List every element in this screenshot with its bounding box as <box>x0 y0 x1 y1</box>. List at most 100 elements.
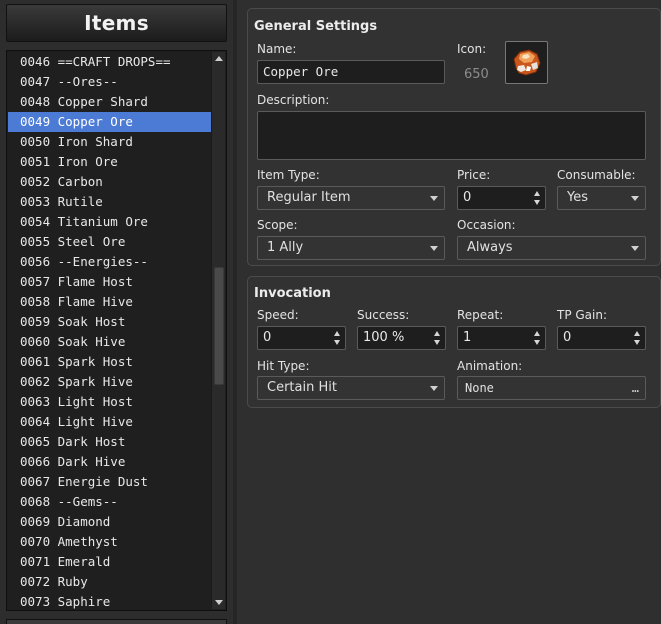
name-field[interactable]: Copper Ore <box>257 60 445 84</box>
list-item[interactable]: 0066 Dark Hive <box>8 452 211 472</box>
chevron-down-icon <box>430 196 438 201</box>
list-item[interactable]: 0069 Diamond <box>8 512 211 532</box>
copper-ore-icon <box>513 49 541 76</box>
list-item[interactable]: 0058 Flame Hive <box>8 292 211 312</box>
decrement-icon[interactable] <box>634 340 640 345</box>
list-item[interactable]: 0057 Flame Host <box>8 272 211 292</box>
decrement-icon[interactable] <box>534 200 540 205</box>
increment-icon[interactable] <box>434 331 440 336</box>
list-item[interactable]: 0059 Soak Host <box>8 312 211 332</box>
hit-type-select[interactable]: Certain Hit <box>257 376 445 400</box>
chevron-down-icon <box>430 386 438 391</box>
chevron-down-icon <box>430 246 438 251</box>
repeat-stepper[interactable]: 1 <box>457 326 546 350</box>
scope-label: Scope: <box>257 218 298 232</box>
decrement-icon[interactable] <box>534 340 540 345</box>
list-item[interactable]: 0052 Carbon <box>8 172 211 192</box>
bottom-scrollbar[interactable] <box>6 619 227 624</box>
repeat-label: Repeat: <box>457 308 504 322</box>
list-item[interactable]: 0068 --Gems-- <box>8 492 211 512</box>
animation-label: Animation: <box>457 359 523 373</box>
general-settings-title: General Settings <box>254 19 378 34</box>
list-item[interactable]: 0062 Spark Hive <box>8 372 211 392</box>
list-item[interactable]: 0054 Titanium Ore <box>8 212 211 232</box>
icon-picker[interactable] <box>505 41 548 84</box>
items-list-scrollbar[interactable] <box>211 52 225 609</box>
consumable-value: Yes <box>567 190 588 205</box>
scroll-up-icon[interactable] <box>215 56 223 61</box>
list-item[interactable]: 0063 Light Host <box>8 392 211 412</box>
success-label: Success: <box>357 308 410 322</box>
success-value: 100 % <box>363 330 405 345</box>
list-item[interactable]: 0047 --Ores-- <box>8 72 211 92</box>
description-label: Description: <box>257 93 330 107</box>
list-item[interactable]: 0053 Rutile <box>8 192 211 212</box>
general-settings-group: General Settings Name: Copper Ore Icon: … <box>247 8 661 266</box>
scroll-thumb[interactable] <box>214 267 224 385</box>
chevron-down-icon <box>631 246 639 251</box>
list-item[interactable]: 0048 Copper Shard <box>8 92 211 112</box>
increment-icon[interactable] <box>534 331 540 336</box>
list-item[interactable]: 0049 Copper Ore <box>8 112 211 132</box>
scope-value: 1 Ally <box>267 240 304 255</box>
increment-icon[interactable] <box>334 331 340 336</box>
hit-type-value: Certain Hit <box>267 380 337 395</box>
list-item[interactable]: 0060 Soak Hive <box>8 332 211 352</box>
list-item[interactable]: 0073 Saphire <box>8 592 211 609</box>
speed-stepper[interactable]: 0 <box>257 326 346 350</box>
price-stepper[interactable]: 0 <box>457 186 546 210</box>
list-item[interactable]: 0055 Steel Ore <box>8 232 211 252</box>
invocation-title: Invocation <box>254 286 331 301</box>
speed-value: 0 <box>263 330 272 345</box>
occasion-value: Always <box>467 240 513 255</box>
items-list-rows: 0046 ==CRAFT DROPS== 0047 --Ores-- 0048 Co… <box>8 52 211 609</box>
items-header: Items <box>6 4 227 42</box>
tp-gain-value: 0 <box>563 330 572 345</box>
list-item[interactable]: 0064 Light Hive <box>8 412 211 432</box>
icon-label: Icon: <box>457 42 487 56</box>
price-value: 0 <box>463 190 472 205</box>
consumable-label: Consumable: <box>557 168 636 182</box>
invocation-group: Invocation Speed: 0 Success: 100 % Repea… <box>247 276 661 408</box>
increment-icon[interactable] <box>534 191 540 196</box>
scroll-down-icon[interactable] <box>215 600 223 605</box>
repeat-value: 1 <box>463 330 472 345</box>
items-title: Items <box>84 11 149 35</box>
success-stepper[interactable]: 100 % <box>357 326 446 350</box>
decrement-icon[interactable] <box>434 340 440 345</box>
list-item[interactable]: 0061 Spark Host <box>8 352 211 372</box>
list-item[interactable]: 0050 Iron Shard <box>8 132 211 152</box>
items-list[interactable]: 0046 ==CRAFT DROPS== 0047 --Ores-- 0048 Co… <box>6 50 227 611</box>
list-item[interactable]: 0067 Energie Dust <box>8 472 211 492</box>
items-panel: Items 0046 ==CRAFT DROPS== 0047 --Ores-- 0… <box>0 0 233 624</box>
increment-icon[interactable] <box>634 331 640 336</box>
item-type-label: Item Type: <box>257 168 320 182</box>
hit-type-label: Hit Type: <box>257 359 310 373</box>
chevron-down-icon <box>631 196 639 201</box>
list-item[interactable]: 0046 ==CRAFT DROPS== <box>8 52 211 72</box>
list-item[interactable]: 0071 Emerald <box>8 552 211 572</box>
price-label: Price: <box>457 168 491 182</box>
occasion-label: Occasion: <box>457 218 516 232</box>
occasion-select[interactable]: Always <box>457 236 646 260</box>
name-label: Name: <box>257 42 297 56</box>
tp-gain-label: TP Gain: <box>557 308 608 322</box>
description-field[interactable] <box>257 111 646 160</box>
item-type-value: Regular Item <box>267 190 351 205</box>
consumable-select[interactable]: Yes <box>557 186 646 210</box>
icon-index: 650 <box>464 67 489 82</box>
list-item[interactable]: 0070 Amethyst <box>8 532 211 552</box>
scope-select[interactable]: 1 Ally <box>257 236 445 260</box>
animation-picker[interactable]: None … <box>457 376 646 400</box>
speed-label: Speed: <box>257 308 299 322</box>
item-type-select[interactable]: Regular Item <box>257 186 445 210</box>
item-editor: General Settings Name: Copper Ore Icon: … <box>237 0 661 624</box>
tp-gain-stepper[interactable]: 0 <box>557 326 646 350</box>
list-item[interactable]: 0051 Iron Ore <box>8 152 211 172</box>
list-item[interactable]: 0065 Dark Host <box>8 432 211 452</box>
list-item[interactable]: 0056 --Energies-- <box>8 252 211 272</box>
ellipsis-icon[interactable]: … <box>632 377 639 399</box>
list-item[interactable]: 0072 Ruby <box>8 572 211 592</box>
decrement-icon[interactable] <box>334 340 340 345</box>
animation-value: None <box>465 381 494 395</box>
